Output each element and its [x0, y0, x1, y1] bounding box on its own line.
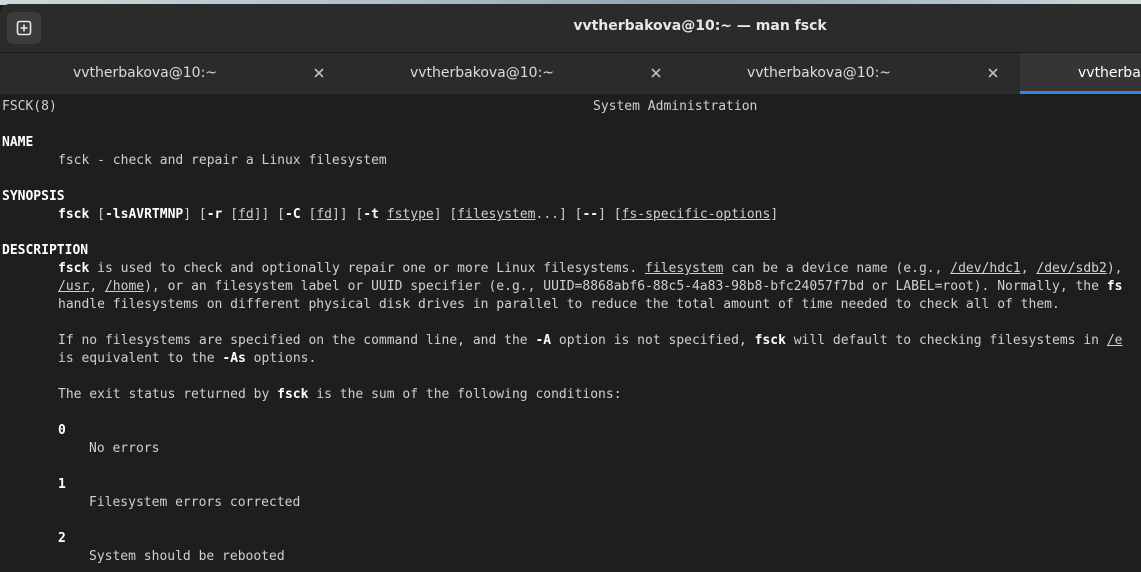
tab-bar: vvtherbakova@10:~ vvtherbakova@10:~ vvth…: [0, 52, 1141, 94]
terminal-content[interactable]: FSCK(8) System Administration NAME fsck -…: [0, 94, 1141, 572]
man-section-title: System Administration: [593, 99, 758, 114]
description-heading: DESCRIPTION: [2, 243, 89, 258]
description-line-1: fsck is used to check and optionally rep…: [58, 261, 1123, 276]
new-tab-button[interactable]: [7, 12, 41, 44]
tab-label: vvtherbakova@10:~: [1078, 65, 1141, 81]
tab-close-button[interactable]: [309, 63, 329, 83]
tab-close-button[interactable]: [646, 63, 666, 83]
man-page-id: FSCK(8): [2, 99, 57, 114]
synopsis-heading: SYNOPSIS: [2, 189, 65, 204]
tab-3[interactable]: vvtherbakova@10:~: [674, 53, 1011, 94]
new-tab-icon: [16, 20, 32, 36]
tab-1[interactable]: vvtherbakova@10:~: [0, 53, 337, 94]
tab-label: vvtherbakova@10:~: [409, 65, 555, 81]
exit-code-description: Filesystem errors corrected: [89, 495, 301, 510]
title-bar: vvtherbakova@10:~ — man fsck: [0, 4, 1141, 52]
paragraph-2-line-2: is equivalent to the -As options.: [58, 351, 317, 366]
name-heading: NAME: [2, 135, 34, 150]
tab-4-active[interactable]: vvtherbakova@10:~: [1020, 53, 1141, 94]
tab-close-button[interactable]: [983, 63, 1003, 83]
exit-code-description: System should be rebooted: [89, 549, 285, 564]
description-line-2: /usr, /home), or an filesystem label or …: [58, 279, 1123, 294]
synopsis-line: fsck [-lsAVRTMNP] [-r [fd]] [-C [fd]] [-…: [58, 207, 779, 222]
description-line-3: handle filesystems on different physical…: [58, 297, 1060, 312]
name-text: fsck - check and repair a Linux filesyst…: [58, 153, 387, 168]
close-icon: [651, 68, 661, 78]
close-icon: [314, 68, 324, 78]
exit-code: 1: [58, 477, 66, 492]
tab-2[interactable]: vvtherbakova@10:~: [337, 53, 674, 94]
exit-code: 0: [58, 423, 66, 438]
exit-code: 2: [58, 531, 66, 546]
window-title: vvtherbakova@10:~ — man fsck: [573, 18, 827, 34]
paragraph-3: The exit status returned by fsck is the …: [58, 387, 622, 402]
close-icon: [988, 68, 998, 78]
tab-label: vvtherbakova@10:~: [72, 65, 218, 81]
exit-code-description: No errors: [89, 441, 160, 456]
man-header: FSCK(8) System Administration: [2, 98, 757, 116]
terminal-window: vvtherbakova@10:~ — man fsck vvtherbakov…: [0, 4, 1141, 572]
paragraph-2-line-1: If no filesystems are specified on the c…: [58, 333, 1123, 348]
tab-label: vvtherbakova@10:~: [746, 65, 892, 81]
